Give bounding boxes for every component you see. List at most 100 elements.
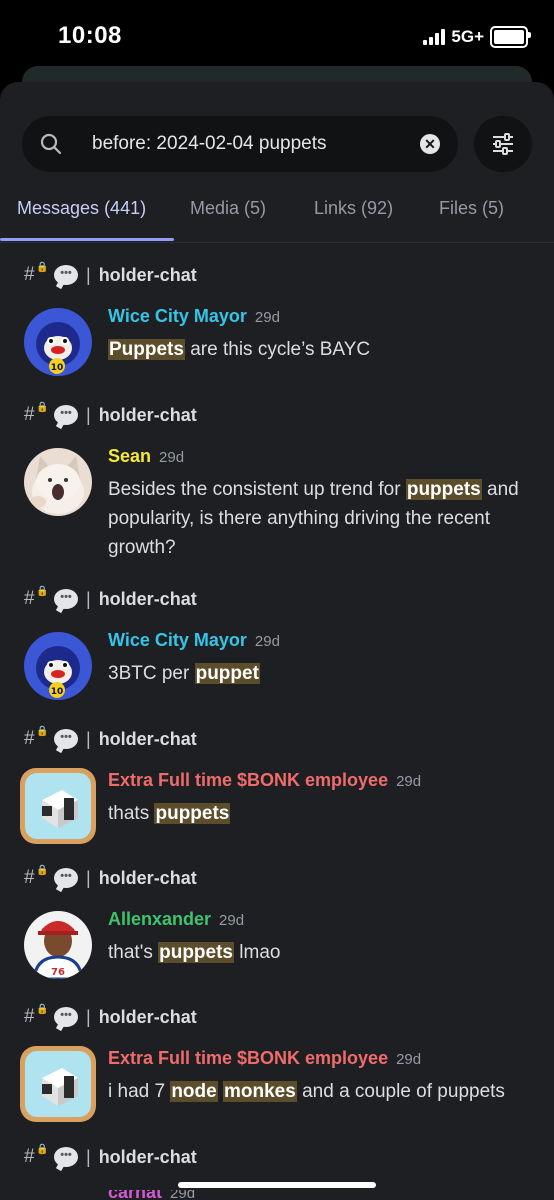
search-highlight: monkes [223, 1081, 297, 1102]
separator: | [86, 1006, 91, 1027]
channel-name: holder-chat [98, 728, 197, 749]
avatar[interactable]: 10 [24, 632, 92, 700]
separator: | [86, 867, 91, 888]
message-content: Besides the consistent up trend for pupp… [108, 475, 538, 562]
search-bar[interactable]: before: 2024-02-04 puppets ✕ [22, 116, 458, 172]
author-line: Extra Full time $BONK employee 29d [108, 1048, 421, 1069]
author-line: Wice City Mayor 29d [108, 306, 280, 327]
channel-header[interactable]: # 🔒 ••• | holder-chat [24, 863, 197, 893]
search-highlight: puppets [154, 803, 231, 824]
tab-files[interactable]: Files (5) [439, 198, 504, 219]
speech-bubble-icon: ••• [54, 405, 78, 425]
channel-header[interactable]: # 🔒 ••• | holder-chat [24, 260, 197, 290]
locked-hash-icon: # 🔒 [24, 586, 49, 609]
tab-messages[interactable]: Messages (441) [17, 198, 146, 219]
avatar[interactable] [18, 1044, 98, 1124]
search-highlight: puppet [194, 663, 260, 684]
author-name[interactable]: carnat [108, 1190, 162, 1200]
message-text: thats [108, 803, 155, 824]
clear-icon[interactable]: ✕ [420, 134, 440, 154]
separator: | [86, 588, 91, 609]
search-icon [40, 133, 62, 155]
svg-text:10: 10 [51, 687, 64, 697]
author-name[interactable]: Extra Full time $BONK employee [108, 1048, 388, 1068]
author-line: Extra Full time $BONK employee 29d [108, 770, 421, 791]
channel-name: holder-chat [98, 1006, 197, 1027]
separator: | [86, 728, 91, 749]
search-input[interactable]: before: 2024-02-04 puppets [92, 133, 327, 155]
locked-hash-icon: # 🔒 [24, 402, 49, 425]
network-type: 5G+ [451, 27, 484, 46]
clock: 10:08 [58, 22, 122, 49]
channel-header[interactable]: # 🔒 ••• | holder-chat [24, 724, 197, 754]
search-highlight: node [170, 1081, 218, 1102]
channel-header[interactable]: # 🔒 ••• | holder-chat [24, 1002, 197, 1032]
timestamp: 29d [254, 633, 280, 650]
message-text: i had 7 [108, 1081, 171, 1102]
search-result-message[interactable]: carnat 29d [0, 1190, 554, 1200]
channel-name: holder-chat [98, 404, 197, 425]
timestamp: 29d [170, 1190, 196, 1200]
avatar[interactable] [18, 766, 98, 846]
status-bar: 10:08 5G+ [0, 0, 554, 72]
message-text: are this cycle’s BAYC [184, 339, 371, 360]
message-content: 3BTC per puppet [108, 659, 538, 688]
separator: | [86, 404, 91, 425]
tab-label: Messages [17, 198, 100, 218]
tab-label: Links [314, 198, 357, 218]
tab-count: (441) [104, 198, 147, 218]
locked-hash-icon: # 🔒 [24, 262, 49, 285]
speech-bubble-icon: ••• [54, 589, 78, 609]
active-tab-indicator [0, 238, 174, 241]
speech-bubble-icon: ••• [54, 1147, 78, 1167]
home-indicator[interactable] [178, 1182, 376, 1188]
channel-header[interactable]: # 🔒 ••• | holder-chat [24, 584, 197, 614]
channel-name: holder-chat [98, 264, 197, 285]
message-text: 3BTC per [108, 663, 195, 684]
author-name[interactable]: Extra Full time $BONK employee [108, 770, 388, 790]
author-line: Allenxander 29d [108, 909, 244, 930]
status-indicators: 5G+ [423, 26, 531, 48]
search-highlight: Puppets [108, 339, 185, 360]
filter-button[interactable] [474, 116, 532, 172]
locked-hash-icon: # 🔒 [24, 726, 49, 749]
message-text: Besides the consistent up trend for [108, 479, 406, 500]
search-tabs: Messages (441) Media (5) Links (92) File… [0, 186, 554, 243]
channel-name: holder-chat [98, 867, 197, 888]
tab-count: (5) [482, 198, 505, 218]
tab-count: (92) [361, 198, 394, 218]
channel-name: holder-chat [98, 588, 197, 609]
author-name[interactable]: Allenxander [108, 909, 211, 929]
author-name[interactable]: Wice City Mayor [108, 306, 247, 326]
speech-bubble-icon: ••• [54, 265, 78, 285]
locked-hash-icon: # 🔒 [24, 865, 49, 888]
message-content: that's puppets lmao [108, 938, 538, 967]
tab-media[interactable]: Media (5) [190, 198, 266, 219]
avatar[interactable]: 10 [24, 308, 92, 376]
message-content: i had 7 node monkes and a couple of pupp… [108, 1077, 538, 1106]
author-name[interactable]: Wice City Mayor [108, 630, 247, 650]
message-text: and a couple of puppets [296, 1081, 505, 1102]
svg-text:76: 76 [51, 967, 65, 978]
author-line: carnat 29d [108, 1190, 195, 1200]
battery-icon [490, 26, 531, 48]
avatar[interactable]: 76 [24, 911, 92, 979]
search-highlight: puppets [158, 942, 234, 963]
channel-header[interactable]: # 🔒 ••• | holder-chat [24, 1142, 197, 1172]
author-line: Sean 29d [108, 446, 184, 467]
timestamp: 29d [396, 773, 422, 790]
tab-links[interactable]: Links (92) [314, 198, 393, 219]
speech-bubble-icon: ••• [54, 1007, 78, 1027]
locked-hash-icon: # 🔒 [24, 1144, 49, 1167]
timestamp: 29d [219, 912, 245, 929]
tab-count: (5) [244, 198, 267, 218]
search-highlight: puppets [405, 479, 482, 500]
separator: | [86, 264, 91, 285]
channel-header[interactable]: # 🔒 ••• | holder-chat [24, 400, 197, 430]
timestamp: 29d [254, 309, 280, 326]
timestamp: 29d [396, 1051, 422, 1068]
channel-name: holder-chat [98, 1146, 197, 1167]
avatar[interactable] [24, 448, 92, 516]
author-name[interactable]: Sean [108, 446, 151, 466]
separator: | [86, 1146, 91, 1167]
